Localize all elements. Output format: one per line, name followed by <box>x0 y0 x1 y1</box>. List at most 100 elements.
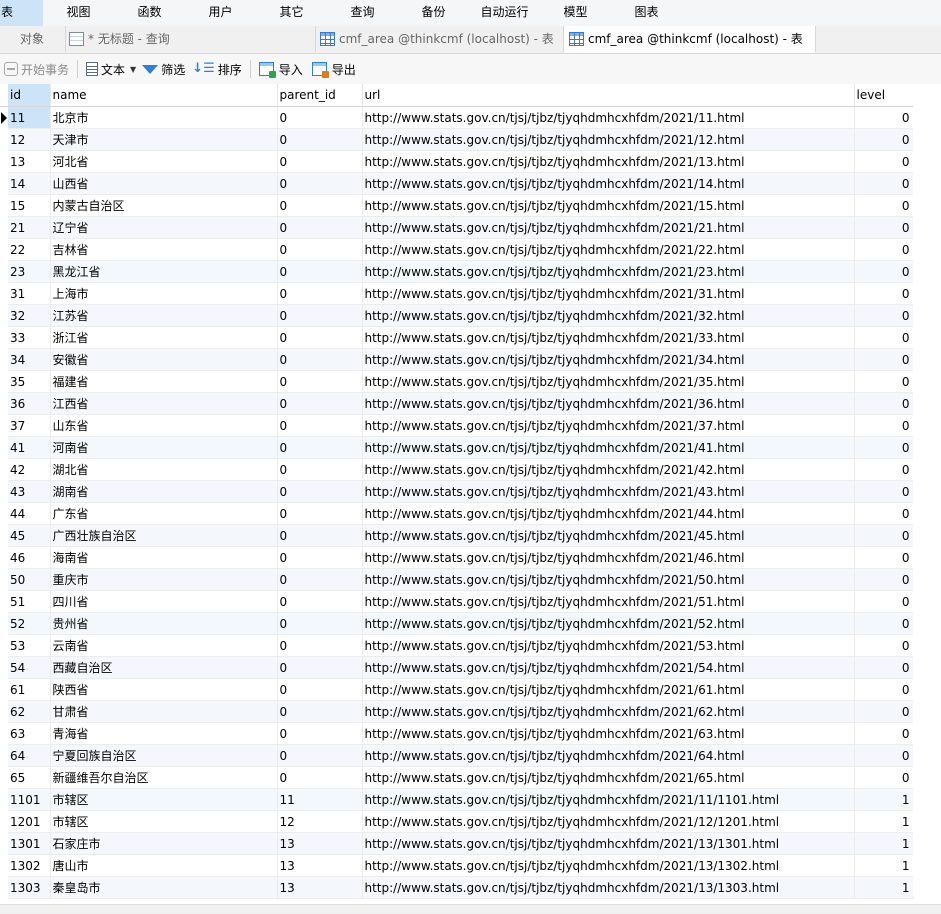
cell-id[interactable]: 53 <box>8 634 51 657</box>
cell-level[interactable]: 0 <box>854 590 914 613</box>
cell-level[interactable]: 0 <box>854 392 914 415</box>
row-indicator[interactable] <box>0 722 8 745</box>
row-indicator[interactable] <box>0 766 8 789</box>
row-indicator[interactable] <box>0 128 8 151</box>
column-header-level[interactable]: level <box>854 84 914 107</box>
cell-url[interactable]: http://www.stats.gov.cn/tjsj/tjbz/tjyqhd… <box>362 700 855 723</box>
row-indicator[interactable] <box>0 414 8 437</box>
cell-parent-id[interactable]: 0 <box>277 524 363 547</box>
cell-level[interactable]: 0 <box>854 238 914 261</box>
row-indicator[interactable] <box>0 568 8 591</box>
cell-url[interactable]: http://www.stats.gov.cn/tjsj/tjbz/tjyqhd… <box>362 128 855 151</box>
table-row[interactable]: 1101 市辖区 11 http://www.stats.gov.cn/tjsj/tj… <box>0 788 914 811</box>
cell-level[interactable]: 0 <box>854 282 914 305</box>
cell-id[interactable]: 64 <box>8 744 51 767</box>
tab-objects[interactable]: 对象 <box>0 26 66 52</box>
table-row[interactable]: 35 福建省 0 http://www.stats.gov.cn/tjsj/tjbz/… <box>0 370 914 393</box>
cell-name[interactable]: 青海省 <box>50 722 278 745</box>
cell-url[interactable]: http://www.stats.gov.cn/tjsj/tjbz/tjyqhd… <box>362 634 855 657</box>
cell-parent-id[interactable]: 0 <box>277 634 363 657</box>
table-row[interactable]: 34 安徽省 0 http://www.stats.gov.cn/tjsj/tjbz/… <box>0 348 914 371</box>
cell-id[interactable]: 36 <box>8 392 51 415</box>
tab-table-2-active[interactable]: cmf_area @thinkcmf (localhost) - 表 <box>564 26 816 53</box>
cell-parent-id[interactable]: 0 <box>277 766 363 789</box>
cell-id[interactable]: 34 <box>8 348 51 371</box>
cell-parent-id[interactable]: 0 <box>277 304 363 327</box>
cell-id[interactable]: 33 <box>8 326 51 349</box>
cell-name[interactable]: 云南省 <box>50 634 278 657</box>
cell-parent-id[interactable]: 0 <box>277 128 363 151</box>
row-indicator[interactable] <box>0 238 8 261</box>
cell-id[interactable]: 46 <box>8 546 51 569</box>
cell-level[interactable]: 0 <box>854 436 914 459</box>
cell-name[interactable]: 黑龙江省 <box>50 260 278 283</box>
filter-button[interactable]: 筛选 <box>142 57 185 81</box>
cell-id[interactable]: 21 <box>8 216 51 239</box>
cell-level[interactable]: 1 <box>854 810 914 833</box>
cell-level[interactable]: 1 <box>854 854 914 877</box>
cell-name[interactable]: 福建省 <box>50 370 278 393</box>
cell-parent-id[interactable]: 0 <box>277 392 363 415</box>
cell-id[interactable]: 65 <box>8 766 51 789</box>
column-header-name[interactable]: name <box>50 84 278 107</box>
table-row[interactable]: 42 湖北省 0 http://www.stats.gov.cn/tjsj/tjbz/… <box>0 458 914 481</box>
cell-parent-id[interactable]: 0 <box>277 568 363 591</box>
cell-id[interactable]: 61 <box>8 678 51 701</box>
cell-name[interactable]: 贵州省 <box>50 612 278 635</box>
cell-url[interactable]: http://www.stats.gov.cn/tjsj/tjbz/tjyqhd… <box>362 370 855 393</box>
cell-name[interactable]: 江苏省 <box>50 304 278 327</box>
table-row[interactable]: 43 湖南省 0 http://www.stats.gov.cn/tjsj/tjbz/… <box>0 480 914 503</box>
cell-url[interactable]: http://www.stats.gov.cn/tjsj/tjbz/tjyqhd… <box>362 326 855 349</box>
cell-level[interactable]: 0 <box>854 458 914 481</box>
column-header-parent-id[interactable]: parent_id <box>277 84 363 107</box>
cell-url[interactable]: http://www.stats.gov.cn/tjsj/tjbz/tjyqhd… <box>362 788 855 811</box>
cell-level[interactable]: 0 <box>854 370 914 393</box>
table-row[interactable]: 11 北京市 0 http://www.stats.gov.cn/tjsj/tjbz/… <box>0 106 914 129</box>
table-row[interactable]: 45 广西壮族自治区 0 http://www.stats.gov.cn/tjsj/t… <box>0 524 914 547</box>
cell-id[interactable]: 14 <box>8 172 51 195</box>
cell-url[interactable]: http://www.stats.gov.cn/tjsj/tjbz/tjyqhd… <box>362 392 855 415</box>
row-indicator[interactable] <box>0 480 8 503</box>
menu-item-chart[interactable]: 图表 <box>611 0 682 26</box>
cell-id[interactable]: 41 <box>8 436 51 459</box>
cell-level[interactable]: 0 <box>854 656 914 679</box>
cell-level[interactable]: 0 <box>854 546 914 569</box>
cell-level[interactable]: 0 <box>854 326 914 349</box>
cell-id[interactable]: 1301 <box>8 832 51 855</box>
row-indicator[interactable] <box>0 260 8 283</box>
cell-id[interactable]: 23 <box>8 260 51 283</box>
cell-url[interactable]: http://www.stats.gov.cn/tjsj/tjbz/tjyqhd… <box>362 480 855 503</box>
cell-id[interactable]: 1302 <box>8 854 51 877</box>
cell-level[interactable]: 0 <box>854 502 914 525</box>
cell-url[interactable]: http://www.stats.gov.cn/tjsj/tjbz/tjyqhd… <box>362 282 855 305</box>
row-indicator[interactable] <box>0 194 8 217</box>
cell-name[interactable]: 海南省 <box>50 546 278 569</box>
column-header-id[interactable]: id <box>8 84 51 107</box>
row-indicator[interactable] <box>0 612 8 635</box>
row-indicator[interactable] <box>0 304 8 327</box>
row-indicator[interactable] <box>0 590 8 613</box>
cell-url[interactable]: http://www.stats.gov.cn/tjsj/tjbz/tjyqhd… <box>362 304 855 327</box>
cell-url[interactable]: http://www.stats.gov.cn/tjsj/tjbz/tjyqhd… <box>362 238 855 261</box>
cell-parent-id[interactable]: 0 <box>277 216 363 239</box>
row-indicator[interactable] <box>0 744 8 767</box>
cell-level[interactable]: 0 <box>854 150 914 173</box>
cell-level[interactable]: 0 <box>854 722 914 745</box>
cell-id[interactable]: 11 <box>8 106 51 129</box>
table-row[interactable]: 37 山东省 0 http://www.stats.gov.cn/tjsj/tjbz/… <box>0 414 914 437</box>
text-button[interactable]: 文本 ▼ <box>86 57 136 81</box>
cell-id[interactable]: 62 <box>8 700 51 723</box>
cell-url[interactable]: http://www.stats.gov.cn/tjsj/tjbz/tjyqhd… <box>362 744 855 767</box>
cell-id[interactable]: 1201 <box>8 810 51 833</box>
table-row[interactable]: 31 上海市 0 http://www.stats.gov.cn/tjsj/tjbz/… <box>0 282 914 305</box>
cell-url[interactable]: http://www.stats.gov.cn/tjsj/tjbz/tjyqhd… <box>362 612 855 635</box>
cell-id[interactable]: 51 <box>8 590 51 613</box>
cell-parent-id[interactable]: 13 <box>277 854 363 877</box>
cell-level[interactable]: 0 <box>854 194 914 217</box>
cell-level[interactable]: 0 <box>854 348 914 371</box>
table-row[interactable]: 63 青海省 0 http://www.stats.gov.cn/tjsj/tjbz/… <box>0 722 914 745</box>
cell-url[interactable]: http://www.stats.gov.cn/tjsj/tjbz/tjyqhd… <box>362 568 855 591</box>
row-indicator[interactable] <box>0 106 8 129</box>
cell-level[interactable]: 0 <box>854 480 914 503</box>
cell-parent-id[interactable]: 11 <box>277 788 363 811</box>
